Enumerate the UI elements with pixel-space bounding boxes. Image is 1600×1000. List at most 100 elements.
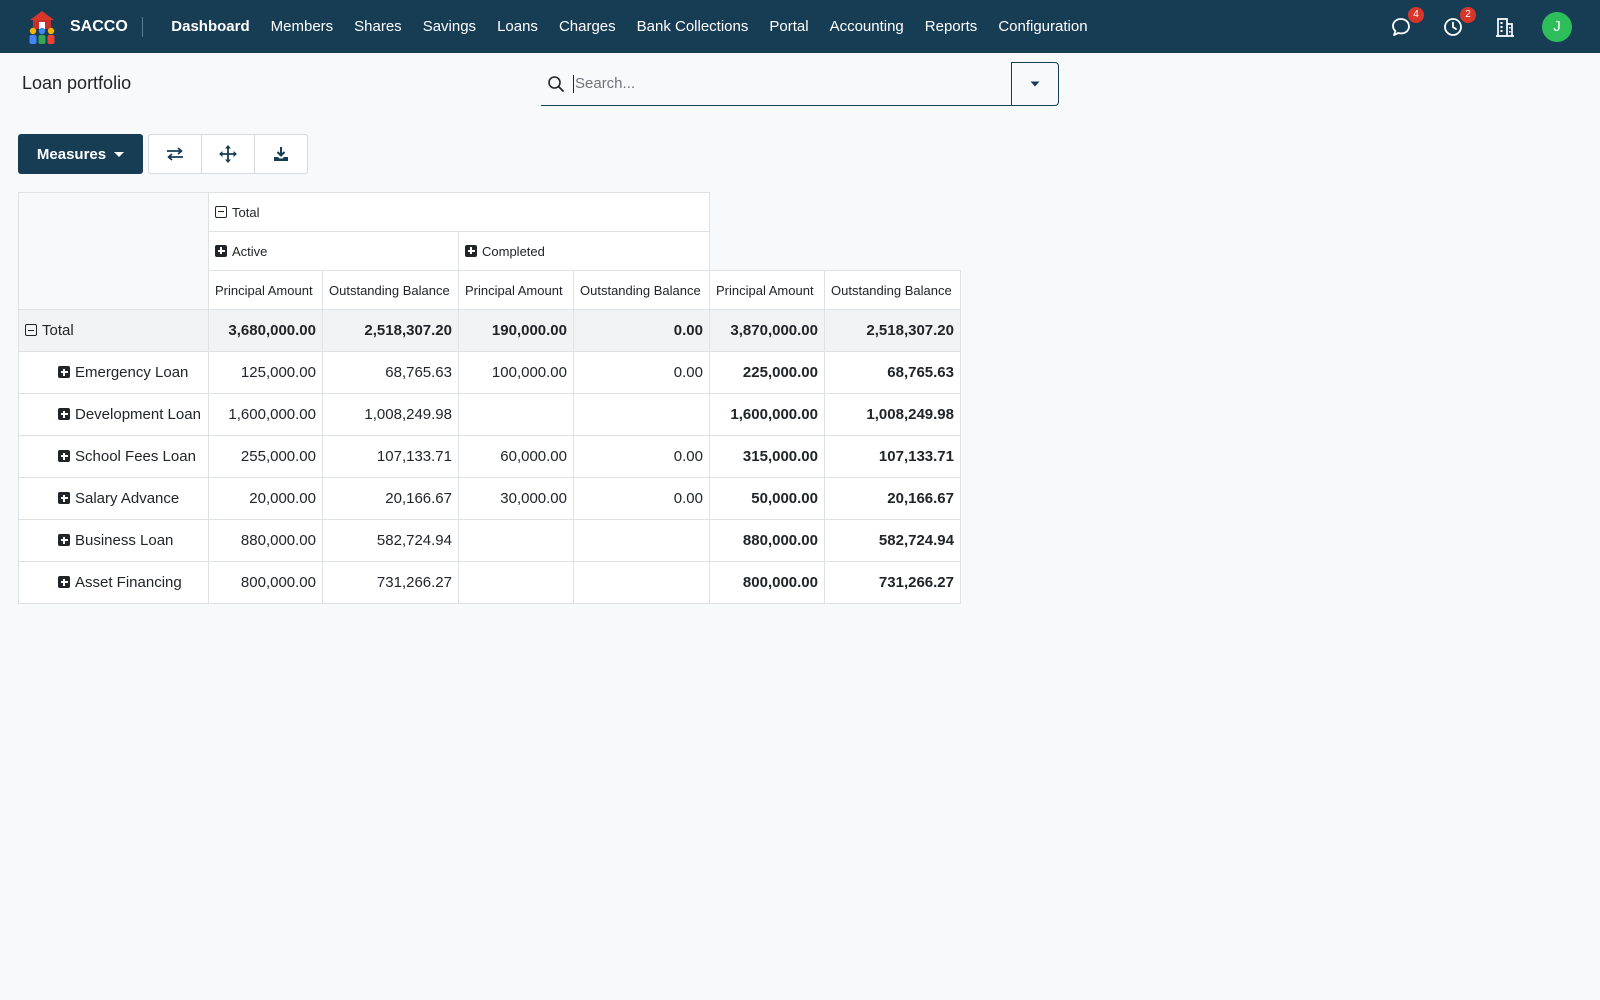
table-cell[interactable]: [458, 561, 574, 604]
activities-button[interactable]: 2: [1442, 6, 1476, 38]
table-cell[interactable]: 1,008,249.98: [322, 393, 459, 436]
nav-portal[interactable]: Portal: [759, 0, 819, 53]
expand-icon: [58, 366, 70, 378]
messages-button[interactable]: 4: [1390, 6, 1424, 38]
table-cell[interactable]: 880,000.00: [709, 519, 825, 562]
table-cell[interactable]: 1,600,000.00: [709, 393, 825, 436]
table-cell[interactable]: 582,724.94: [322, 519, 459, 562]
table-cell[interactable]: 20,166.67: [322, 477, 459, 520]
row-header-total[interactable]: Total: [18, 309, 209, 352]
table-cell[interactable]: [573, 393, 710, 436]
table-cell[interactable]: 0.00: [573, 309, 710, 352]
user-avatar[interactable]: J: [1542, 11, 1572, 42]
row-header[interactable]: Asset Financing: [18, 561, 209, 604]
app-name: SACCO: [70, 16, 143, 37]
table-cell[interactable]: 100,000.00: [458, 351, 574, 394]
col-header-active[interactable]: Active: [208, 231, 459, 271]
download-icon: [274, 147, 288, 161]
download-xlsx-button[interactable]: [254, 134, 308, 174]
table-cell[interactable]: 0.00: [573, 477, 710, 520]
search-icon: [548, 75, 564, 92]
collapse-icon: [25, 324, 37, 336]
row-header[interactable]: School Fees Loan: [18, 435, 209, 478]
table-cell[interactable]: 315,000.00: [709, 435, 825, 478]
table-cell[interactable]: 68,765.63: [824, 351, 961, 394]
table-cell[interactable]: 800,000.00: [709, 561, 825, 604]
table-cell[interactable]: 1,008,249.98: [824, 393, 961, 436]
table-cell[interactable]: 30,000.00: [458, 477, 574, 520]
top-navbar: SACCO Dashboard Members Shares Savings L…: [0, 0, 1600, 53]
nav-shares[interactable]: Shares: [344, 0, 413, 53]
measures-button[interactable]: Measures: [18, 134, 143, 174]
nav-accounting[interactable]: Accounting: [819, 0, 914, 53]
row-header[interactable]: Emergency Loan: [18, 351, 209, 394]
table-cell[interactable]: 107,133.71: [322, 435, 459, 478]
row-header[interactable]: Salary Advance: [18, 477, 209, 520]
row-header[interactable]: Development Loan: [18, 393, 209, 436]
pivot-table: Total Active Completed Principal Amount …: [18, 192, 961, 604]
sacco-logo-icon: [24, 9, 60, 45]
header-spacer: [709, 231, 961, 271]
table-cell[interactable]: 68,765.63: [322, 351, 459, 394]
measure-header[interactable]: Principal Amount: [208, 270, 323, 310]
row-header[interactable]: Business Loan: [18, 519, 209, 562]
table-cell[interactable]: 50,000.00: [709, 477, 825, 520]
col-header-completed[interactable]: Completed: [458, 231, 710, 271]
table-row: School Fees Loan 255,000.00 107,133.71 6…: [18, 435, 961, 478]
table-cell[interactable]: 255,000.00: [208, 435, 323, 478]
table-cell[interactable]: 731,266.27: [824, 561, 961, 604]
nav-reports[interactable]: Reports: [914, 0, 988, 53]
measure-header[interactable]: Outstanding Balance: [322, 270, 459, 310]
table-cell[interactable]: 3,870,000.00: [709, 309, 825, 352]
table-cell[interactable]: 800,000.00: [208, 561, 323, 604]
table-cell[interactable]: 3,680,000.00: [208, 309, 323, 352]
measure-header[interactable]: Outstanding Balance: [824, 270, 961, 310]
table-row: Development Loan 1,600,000.00 1,008,249.…: [18, 393, 961, 436]
activities-count-badge: 2: [1460, 6, 1476, 23]
table-cell[interactable]: 190,000.00: [458, 309, 574, 352]
table-cell[interactable]: 125,000.00: [208, 351, 323, 394]
table-cell[interactable]: 582,724.94: [824, 519, 961, 562]
table-cell[interactable]: 20,000.00: [208, 477, 323, 520]
pivot-corner: [18, 192, 209, 310]
table-cell[interactable]: 225,000.00: [709, 351, 825, 394]
measure-header[interactable]: Outstanding Balance: [573, 270, 710, 310]
table-cell[interactable]: 0.00: [573, 435, 710, 478]
expand-all-button[interactable]: [201, 134, 255, 174]
nav-charges[interactable]: Charges: [548, 0, 626, 53]
messages-count-badge: 4: [1408, 6, 1424, 23]
table-cell[interactable]: 731,266.27: [322, 561, 459, 604]
table-cell[interactable]: 1,600,000.00: [208, 393, 323, 436]
systray: 4 2 J: [1360, 0, 1572, 53]
nav-members[interactable]: Members: [260, 0, 344, 53]
table-cell[interactable]: 0.00: [573, 351, 710, 394]
table-cell[interactable]: 60,000.00: [458, 435, 574, 478]
table-cell[interactable]: 20,166.67: [824, 477, 961, 520]
table-cell[interactable]: [573, 561, 710, 604]
expand-icon: [58, 534, 70, 546]
company-switcher-button[interactable]: [1494, 16, 1516, 38]
flip-axis-button[interactable]: [148, 134, 202, 174]
pivot-actions: [148, 134, 308, 174]
nav-loans[interactable]: Loans: [487, 0, 549, 53]
arrows-move-icon: [219, 145, 237, 163]
measure-header[interactable]: Principal Amount: [458, 270, 574, 310]
nav-configuration[interactable]: Configuration: [988, 0, 1098, 53]
table-cell[interactable]: 880,000.00: [208, 519, 323, 562]
nav-dashboard[interactable]: Dashboard: [161, 0, 260, 53]
table-cell[interactable]: 2,518,307.20: [322, 309, 459, 352]
table-cell[interactable]: [458, 393, 574, 436]
table-cell[interactable]: [573, 519, 710, 562]
nav-bank-collections[interactable]: Bank Collections: [626, 0, 759, 53]
brand[interactable]: SACCO: [0, 0, 143, 53]
table-cell[interactable]: 2,518,307.20: [824, 309, 961, 352]
table-cell[interactable]: 107,133.71: [824, 435, 961, 478]
measure-header[interactable]: Principal Amount: [709, 270, 825, 310]
table-cell[interactable]: [458, 519, 574, 562]
search-options-toggle[interactable]: [1011, 62, 1059, 106]
search-input[interactable]: [573, 74, 993, 93]
expand-icon: [465, 244, 477, 257]
col-header-total[interactable]: Total: [208, 192, 710, 232]
nav-savings[interactable]: Savings: [412, 0, 486, 53]
table-row: Business Loan 880,000.00 582,724.94 880,…: [18, 519, 961, 562]
